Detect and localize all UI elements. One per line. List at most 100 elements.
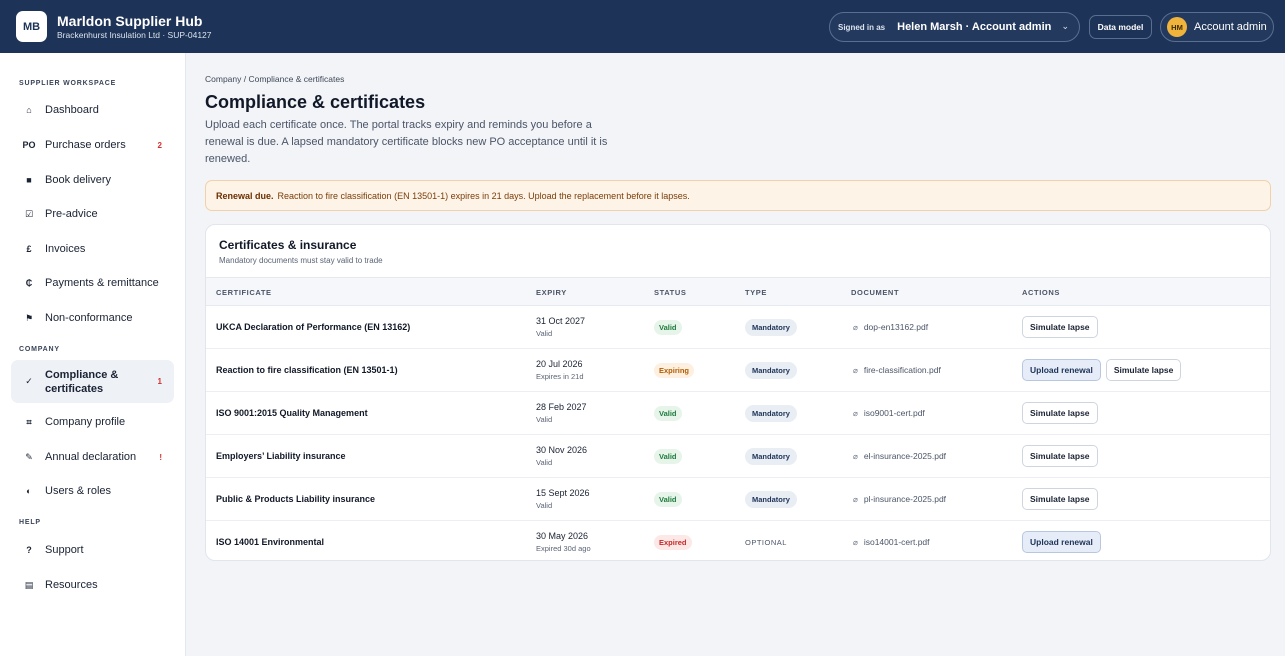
document-filename: pl-insurance-2025.pdf (863, 494, 947, 504)
table-header: CERTIFICATE EXPIRY STATUS TYPE DOCUMENT … (206, 277, 1270, 306)
sidebar-item-invoices[interactable]: £ Invoices (11, 234, 174, 264)
users-icon: ◐ (26, 486, 32, 496)
sidebar-item-label: Resources (45, 579, 98, 591)
sidebar-item-support[interactable]: ? Support (11, 535, 174, 565)
sidebar-item-label: Company profile (45, 416, 126, 428)
col-document: DOCUMENT (851, 288, 900, 297)
expiry-note: Expired 30d ago (536, 544, 591, 553)
table-row: Public & Products Liability insurance 15… (206, 478, 1270, 521)
expiry-date: 31 Oct 2027 (536, 316, 586, 326)
certificate-name: Employers’ Liability insurance (216, 451, 346, 461)
sidebar-item-label: Annual declaration (45, 451, 137, 463)
type-badge: Mandatory (745, 362, 797, 379)
sidebar-item-label: Non-conformance (45, 312, 133, 324)
sidebar-item-dashboard[interactable]: ⌂ Dashboard (11, 95, 174, 125)
sidebar-item-book-delivery[interactable]: ■ Book delivery (11, 165, 174, 195)
pound-icon: £ (26, 244, 32, 254)
status-badge: Expired (654, 535, 692, 550)
check-icon: ✓ (25, 376, 33, 386)
sidebar-item-label: Compliance & certificates (45, 368, 119, 395)
col-actions: ACTIONS (1022, 288, 1060, 297)
paperclip-icon: ⌀ (853, 365, 858, 375)
table-row: ISO 9001:2015 Quality Management 28 Feb … (206, 392, 1270, 435)
sidebar-item-label: Pre-advice (45, 208, 98, 220)
sidebar-item-non-conformance[interactable]: ⚑ Non-conformance (11, 303, 174, 333)
expiry-date: 20 Jul 2026 (536, 359, 583, 369)
section-company: COMPANY (19, 346, 60, 353)
upload-renewal-button[interactable]: Upload renewal (1022, 359, 1101, 381)
row-actions: Simulate lapse (1022, 316, 1098, 338)
expiry-note: Expires in 21d (536, 372, 584, 381)
brand-logo[interactable]: MB (16, 11, 47, 42)
document-filename: dop-en13162.pdf (863, 322, 929, 332)
sidebar-item-compliance[interactable]: ✓ Compliance & certificates 1 (11, 360, 174, 403)
document-link[interactable]: ⌀ iso14001-cert.pdf (853, 537, 930, 547)
sidebar-item-label: Dashboard (45, 104, 99, 116)
certificate-name: Public & Products Liability insurance (216, 494, 376, 504)
box-icon: ■ (26, 175, 32, 185)
sidebar-item-users-roles[interactable]: ◐ Users & roles (11, 476, 174, 506)
row-actions: Upload renewal Simulate lapse (1022, 359, 1182, 381)
flag-icon: ⚑ (24, 312, 34, 323)
simulate-lapse-button[interactable]: Simulate lapse (1022, 488, 1098, 510)
type-badge: Mandatory (745, 319, 797, 336)
account-menu[interactable]: HM Account admin (1160, 12, 1274, 42)
checklist-icon: ☑ (24, 208, 34, 219)
expiry-note: Valid (536, 501, 553, 510)
certificate-name: ISO 14001 Environmental (216, 537, 325, 547)
renewal-alert: Renewal due. Reaction to fire classifica… (205, 180, 1271, 211)
type-label: OPTIONAL (745, 538, 787, 547)
expiry-date: 30 May 2026 (536, 531, 589, 541)
document-link[interactable]: ⌀ iso9001-cert.pdf (853, 408, 925, 418)
simulate-lapse-button[interactable]: Simulate lapse (1022, 445, 1098, 467)
row-actions: Simulate lapse (1022, 445, 1098, 467)
type-badge: Mandatory (745, 491, 797, 508)
question-icon: ? (26, 545, 32, 555)
table-row: ISO 14001 Environmental 30 May 2026 Expi… (206, 521, 1270, 560)
simulate-lapse-button[interactable]: Simulate lapse (1105, 359, 1182, 381)
status-badge: Valid (654, 492, 682, 507)
status-badge: Expiring (654, 363, 695, 378)
upload-renewal-button[interactable]: Upload renewal (1022, 531, 1101, 553)
data-model-button[interactable]: Data model (1089, 15, 1152, 39)
paperclip-icon: ⌀ (853, 537, 858, 547)
simulate-lapse-button[interactable]: Simulate lapse (1022, 316, 1098, 338)
status-badge: Valid (654, 406, 682, 421)
paperclip-icon: ⌀ (853, 494, 858, 504)
col-expiry: EXPIRY (536, 288, 567, 297)
sidebar-item-payments[interactable]: ₵ Payments & remittance (11, 268, 174, 298)
sidebar-item-company-profile[interactable]: ⌗ Company profile (11, 407, 174, 437)
signed-in-selector[interactable]: Signed in as Helen Marsh · Account admin… (829, 12, 1080, 42)
document-link[interactable]: ⌀ fire-classification.pdf (853, 365, 941, 375)
expiry-date: 15 Sept 2026 (536, 488, 590, 498)
expiry-note: Valid (536, 329, 553, 338)
col-status: STATUS (654, 288, 687, 297)
row-actions: Simulate lapse (1022, 488, 1098, 510)
sidebar-item-label: Book delivery (45, 174, 112, 186)
sidebar-item-resources[interactable]: ▤ Resources (11, 570, 174, 600)
table-row: Reaction to fire classification (EN 1350… (206, 349, 1270, 392)
app-title: Marldon Supplier Hub (57, 13, 203, 29)
sidebar-item-pre-advice[interactable]: ☑ Pre-advice (11, 199, 174, 229)
sidebar-item-annual-declaration[interactable]: ✎ Annual declaration ! (11, 442, 174, 472)
document-filename: fire-classification.pdf (863, 365, 941, 375)
certificate-name: ISO 9001:2015 Quality Management (216, 408, 368, 418)
supplier-subtitle: Brackenhurst Insulation Ltd · SUP-04127 (57, 30, 212, 40)
signed-in-user: Helen Marsh · Account admin (897, 21, 1052, 33)
table-row: Employers’ Liability insurance 30 Nov 20… (206, 435, 1270, 478)
count-badge: 1 (157, 377, 162, 386)
simulate-lapse-button[interactable]: Simulate lapse (1022, 402, 1098, 424)
breadcrumb[interactable]: Company / Compliance & certificates (205, 74, 344, 84)
alert-badge: ! (159, 452, 162, 462)
expiry-date: 30 Nov 2026 (536, 445, 588, 455)
sidebar-item-label: Purchase orders (45, 139, 126, 151)
document-link[interactable]: ⌀ dop-en13162.pdf (853, 322, 928, 332)
type-badge: Mandatory (745, 448, 797, 465)
sidebar-item-label: Invoices (45, 243, 86, 255)
document-link[interactable]: ⌀ el-insurance-2025.pdf (853, 451, 946, 461)
profile-icon: ⌗ (26, 416, 32, 427)
alert-text: Reaction to fire classification (EN 1350… (277, 190, 690, 201)
row-actions: Upload renewal (1022, 531, 1101, 553)
document-link[interactable]: ⌀ pl-insurance-2025.pdf (853, 494, 946, 504)
sidebar-item-purchase-orders[interactable]: PO Purchase orders 2 (11, 130, 174, 160)
